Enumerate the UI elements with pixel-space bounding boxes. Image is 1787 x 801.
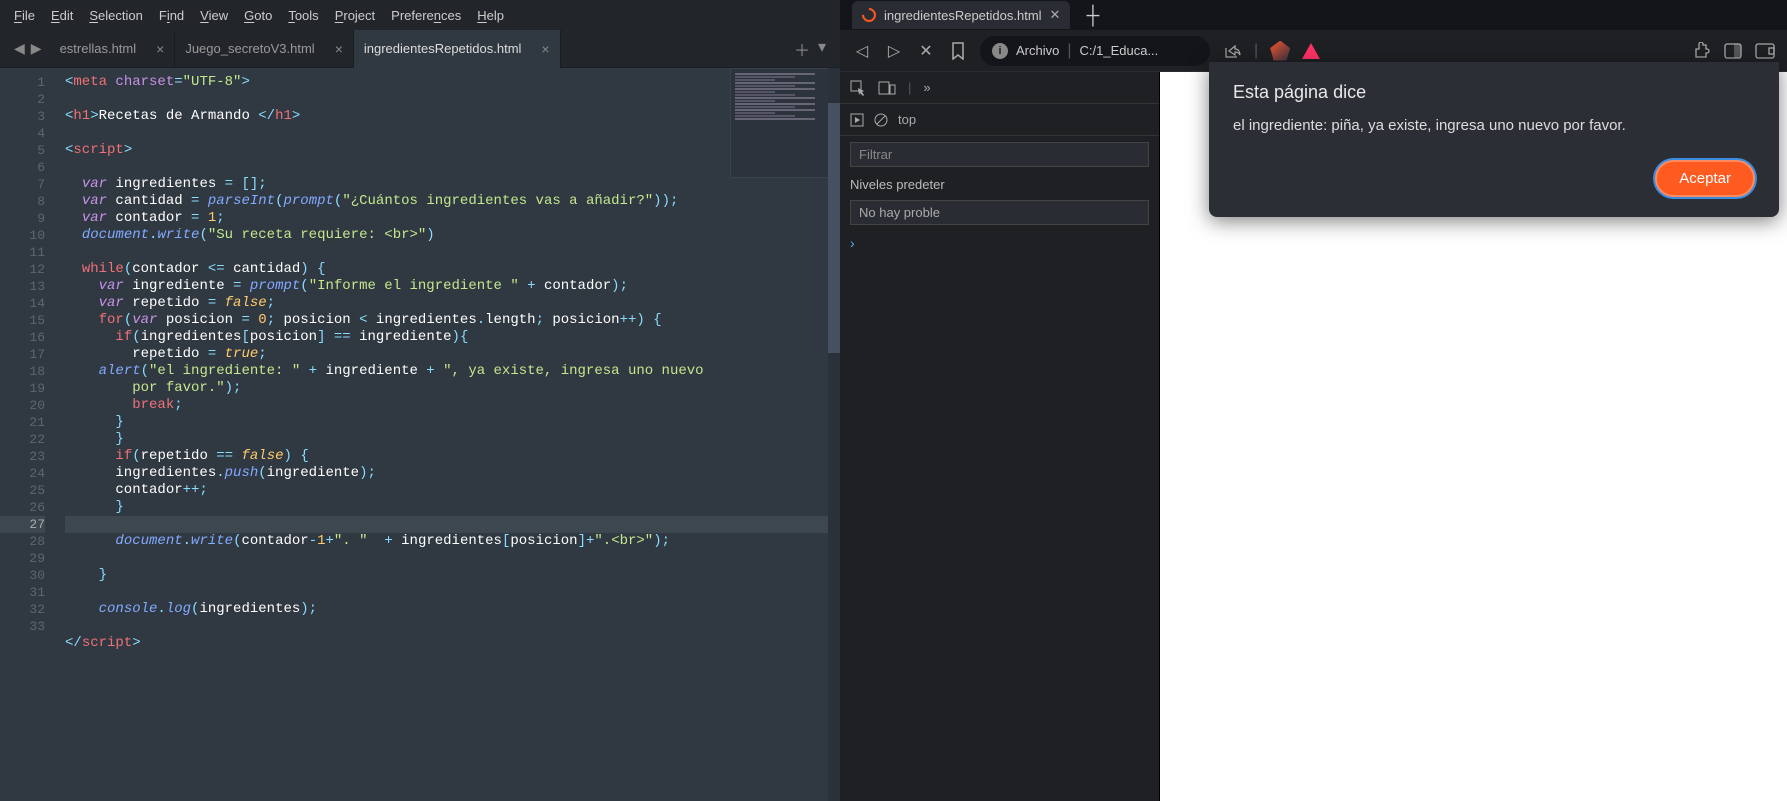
- scrollbar[interactable]: [828, 68, 840, 801]
- block-icon[interactable]: [874, 113, 888, 127]
- dropdown-icon[interactable]: ▾: [818, 37, 826, 61]
- wallet-icon[interactable]: [1755, 41, 1775, 61]
- close-icon[interactable]: ×: [156, 41, 164, 57]
- menu-selection[interactable]: Selection: [81, 8, 150, 23]
- context-top[interactable]: top: [898, 112, 916, 127]
- brave-shields-icon[interactable]: [1270, 41, 1290, 61]
- close-icon[interactable]: ✕: [1050, 7, 1061, 23]
- add-tab-icon[interactable]: ┼: [1086, 5, 1099, 26]
- devtools: | » top Filtrar Niveles predeter No hay …: [840, 72, 1160, 801]
- tab-estrellas[interactable]: estrellas.html ×: [50, 30, 176, 68]
- tabbar: ◀ ▶ estrellas.html × Juego_secretoV3.htm…: [0, 30, 840, 68]
- alert-dialog: Esta página dice el ingrediente: piña, y…: [1209, 62, 1779, 217]
- back-icon[interactable]: ◁: [852, 41, 872, 61]
- more-icon[interactable]: »: [923, 80, 930, 95]
- browser-tabstrip: ingredientesRepetidos.html ✕ ┼: [840, 0, 1787, 30]
- devtools-toolbar: | »: [840, 72, 1159, 104]
- gutter: 1234567891011121314151617181920212223242…: [0, 68, 55, 801]
- menu-tools[interactable]: Tools: [280, 8, 326, 23]
- nav-next-icon[interactable]: ▶: [31, 40, 42, 57]
- sidebar-icon[interactable]: [1723, 41, 1743, 61]
- accept-button[interactable]: Aceptar: [1655, 160, 1755, 197]
- play-icon[interactable]: [850, 113, 864, 127]
- tab-label: Juego_secretoV3.html: [185, 41, 314, 56]
- menu-edit[interactable]: Edit: [43, 8, 81, 23]
- addr-path: C:/1_Educa...: [1080, 43, 1159, 58]
- tab-label: estrellas.html: [60, 41, 137, 56]
- menu-find[interactable]: Find: [151, 8, 192, 23]
- browser-pane: ingredientesRepetidos.html ✕ ┼ ◁ ▷ ✕ i A…: [840, 0, 1787, 801]
- extensions-icon[interactable]: [1691, 41, 1711, 61]
- add-tab-icon[interactable]: ＋: [794, 37, 810, 61]
- browser-tab[interactable]: ingredientesRepetidos.html ✕: [852, 1, 1070, 29]
- code-content[interactable]: <meta charset="UTF-8"> <h1>Recetas de Ar…: [55, 68, 840, 801]
- brave-rewards-icon[interactable]: [1302, 43, 1320, 59]
- console-prompt[interactable]: ›: [840, 229, 1159, 257]
- stop-icon[interactable]: ✕: [916, 41, 936, 61]
- levels-label[interactable]: Niveles predeter: [840, 173, 1159, 196]
- minimap[interactable]: [730, 68, 840, 178]
- forward-icon[interactable]: ▷: [884, 41, 904, 61]
- menu-project[interactable]: Project: [327, 8, 383, 23]
- devtools-toolbar-2: top: [840, 104, 1159, 136]
- menu-help[interactable]: Help: [469, 8, 512, 23]
- device-icon[interactable]: [878, 81, 896, 95]
- problems-label[interactable]: No hay proble: [850, 200, 1149, 225]
- editor-pane: File Edit Selection Find View Goto Tools…: [0, 0, 840, 801]
- close-icon[interactable]: ×: [335, 41, 343, 57]
- nav-prev-icon[interactable]: ◀: [14, 40, 25, 57]
- info-icon[interactable]: i: [992, 43, 1008, 59]
- share-icon[interactable]: [1222, 41, 1242, 61]
- addr-label: Archivo: [1016, 43, 1059, 58]
- address-bar[interactable]: i Archivo | C:/1_Educa...: [980, 36, 1210, 66]
- separator: |: [1254, 42, 1258, 60]
- inspect-icon[interactable]: [850, 80, 866, 96]
- dialog-title: Esta página dice: [1233, 82, 1755, 103]
- tab-label: ingredientesRepetidos.html: [364, 41, 522, 56]
- scrollbar-thumb[interactable]: [828, 103, 840, 353]
- tab-juego-secreto[interactable]: Juego_secretoV3.html ×: [175, 30, 354, 68]
- code-area[interactable]: 1234567891011121314151617181920212223242…: [0, 68, 840, 801]
- loading-icon: [859, 5, 879, 25]
- tab-ingredientes[interactable]: ingredientesRepetidos.html ×: [354, 30, 561, 68]
- dialog-message: el ingrediente: piña, ya existe, ingresa…: [1233, 117, 1755, 134]
- menu-view[interactable]: View: [192, 8, 236, 23]
- menu-goto[interactable]: Goto: [236, 8, 280, 23]
- separator: |: [908, 80, 911, 95]
- menu-preferences[interactable]: Preferences: [383, 8, 469, 23]
- browser-tab-title: ingredientesRepetidos.html: [884, 8, 1042, 23]
- separator: |: [1067, 42, 1071, 60]
- close-icon[interactable]: ×: [541, 41, 549, 57]
- menubar: File Edit Selection Find View Goto Tools…: [0, 0, 840, 30]
- menu-file[interactable]: File: [6, 8, 43, 23]
- filter-input[interactable]: Filtrar: [850, 142, 1149, 167]
- bookmark-icon[interactable]: [948, 41, 968, 61]
